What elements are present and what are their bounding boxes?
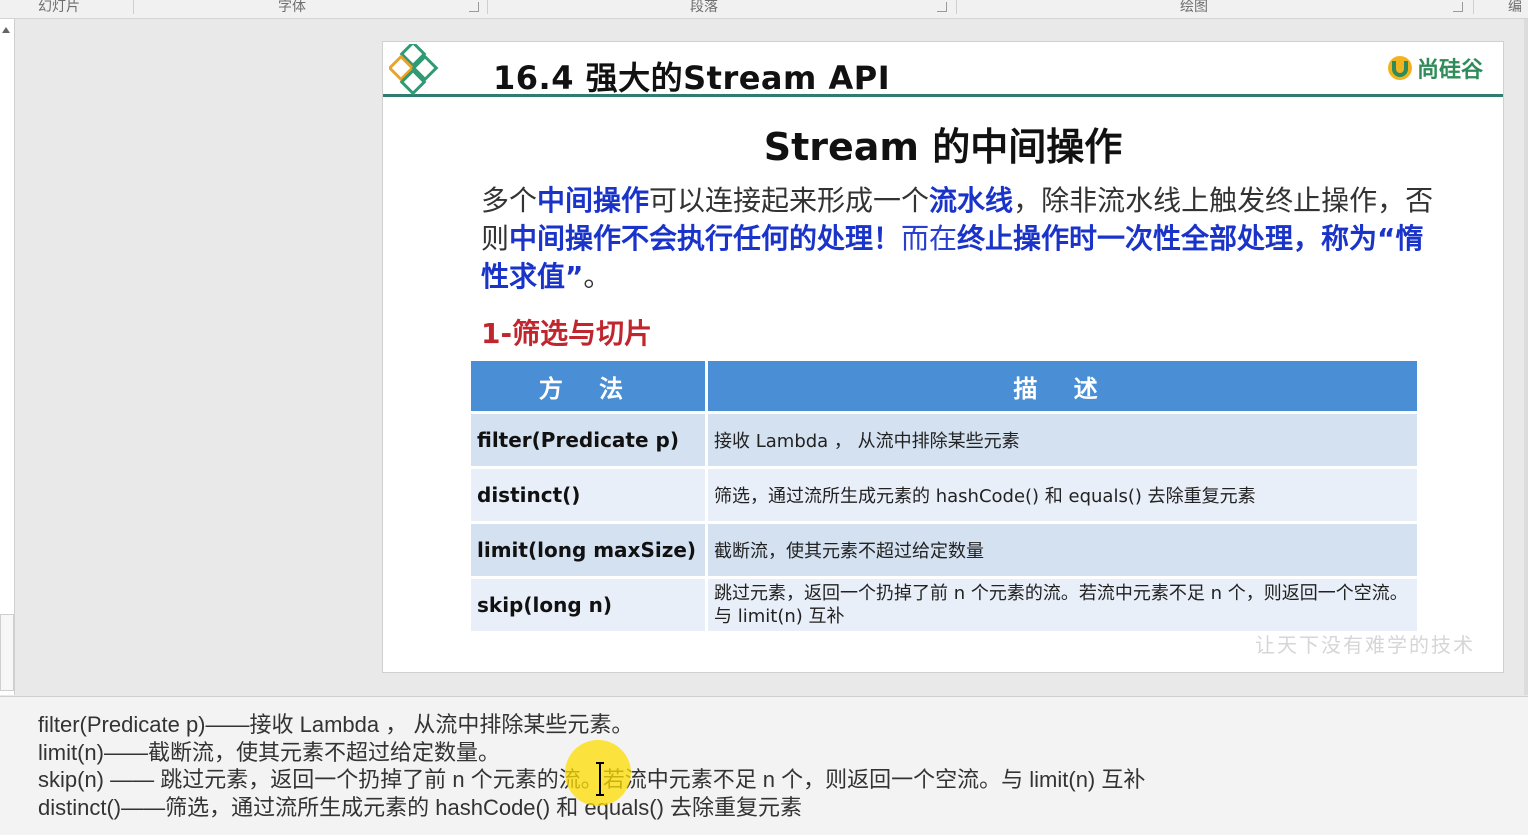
table-cell-description: 接收 Lambda ， 从流中排除某些元素 bbox=[708, 414, 1417, 466]
para-text: 而在 bbox=[901, 222, 958, 255]
table-cell-description: 跳过元素，返回一个扔掉了前 n 个元素的流。若流中元素不足 n 个，则返回一个空… bbox=[708, 579, 1417, 631]
para-text: 可以连接起来形成一个 bbox=[649, 184, 930, 217]
table-header-row: 方 法 描 述 bbox=[471, 361, 1417, 411]
slide-title: 16.4 强大的Stream API bbox=[493, 59, 891, 97]
ribbon-group-editing: 编 bbox=[1508, 0, 1522, 15]
slide-subheading: 1-筛选与切片 bbox=[481, 317, 653, 350]
ribbon-separator bbox=[1473, 0, 1474, 14]
table-row: limit(long maxSize) 截断流，使其元素不超过给定数量 bbox=[471, 524, 1417, 576]
slide-header: 16.4 强大的Stream API 尚硅谷 bbox=[383, 42, 1503, 97]
text-cursor-icon bbox=[596, 762, 604, 796]
ribbon-group-paragraph: 段落 bbox=[690, 0, 718, 15]
table-cell-description: 截断流，使其元素不超过给定数量 bbox=[708, 524, 1417, 576]
vertical-scrollbar[interactable] bbox=[1524, 19, 1528, 695]
para-text: 多个 bbox=[481, 184, 538, 217]
table-header-method: 方 法 bbox=[471, 361, 708, 411]
table-cell-description: 筛选，通过流所生成元素的 hashCode() 和 equals() 去除重复元… bbox=[708, 469, 1417, 521]
slide-canvas[interactable]: 16.4 强大的Stream API 尚硅谷 Stream 的中间操作 多个中间… bbox=[382, 41, 1504, 673]
brand-name: 尚硅谷 bbox=[1416, 58, 1483, 83]
slide-watermark: 让天下没有难学的技术 bbox=[1255, 633, 1475, 657]
brand-logo: 尚硅谷 bbox=[1387, 52, 1483, 84]
table-row: skip(long n) 跳过元素，返回一个扔掉了前 n 个元素的流。若流中元素… bbox=[471, 579, 1417, 631]
table-cell-method: skip(long n) bbox=[471, 579, 708, 631]
drawing-dialog-launcher-icon[interactable] bbox=[1453, 2, 1463, 12]
slide-heading: Stream 的中间操作 bbox=[763, 125, 1123, 169]
operations-table: 方 法 描 述 filter(Predicate p) 接收 Lambda ， … bbox=[471, 358, 1417, 634]
table-header-description: 描 述 bbox=[708, 361, 1417, 411]
paragraph-dialog-launcher-icon[interactable] bbox=[937, 2, 947, 12]
para-highlight: 中间操作不会执行任何的处理！ bbox=[509, 222, 902, 255]
font-dialog-launcher-icon[interactable] bbox=[469, 2, 479, 12]
table-cell-method: distinct() bbox=[471, 469, 708, 521]
para-highlight: 中间操作 bbox=[537, 184, 650, 217]
speaker-notes-pane[interactable]: filter(Predicate p)——接收 Lambda ， 从流中排除某些… bbox=[0, 696, 1528, 835]
ribbon-group-slides: 幻灯片 bbox=[38, 0, 80, 15]
diamond-logo-icon bbox=[389, 44, 439, 96]
notes-line[interactable]: distinct()——筛选，通过流所生成元素的 hashCode() 和 eq… bbox=[38, 790, 802, 822]
slide-paragraph: 多个中间操作可以连接起来形成一个流水线，除非流水线上触发终止操作，否则中间操作不… bbox=[481, 182, 1441, 296]
table-row: distinct() 筛选，通过流所生成元素的 hashCode() 和 equ… bbox=[471, 469, 1417, 521]
table-cell-method: limit(long maxSize) bbox=[471, 524, 708, 576]
table-cell-method: filter(Predicate p) bbox=[471, 414, 708, 466]
ribbon-group-labels: 幻灯片 字体 段落 绘图 编 bbox=[0, 0, 1528, 19]
brand-u-icon bbox=[1387, 56, 1412, 80]
ribbon-group-font: 字体 bbox=[278, 0, 306, 15]
ribbon-separator bbox=[956, 0, 957, 14]
para-highlight: 流水线 bbox=[929, 184, 1014, 217]
slide-thumbnail-pane[interactable] bbox=[0, 19, 15, 695]
scroll-up-icon[interactable] bbox=[2, 27, 10, 33]
ribbon-separator bbox=[487, 0, 488, 14]
ribbon-group-drawing: 绘图 bbox=[1180, 0, 1208, 15]
thumbnail-scrollbar[interactable] bbox=[0, 614, 14, 691]
table-row: filter(Predicate p) 接收 Lambda ， 从流中排除某些元… bbox=[471, 414, 1417, 466]
para-text: 。 bbox=[583, 260, 612, 293]
ribbon-separator bbox=[133, 0, 134, 14]
